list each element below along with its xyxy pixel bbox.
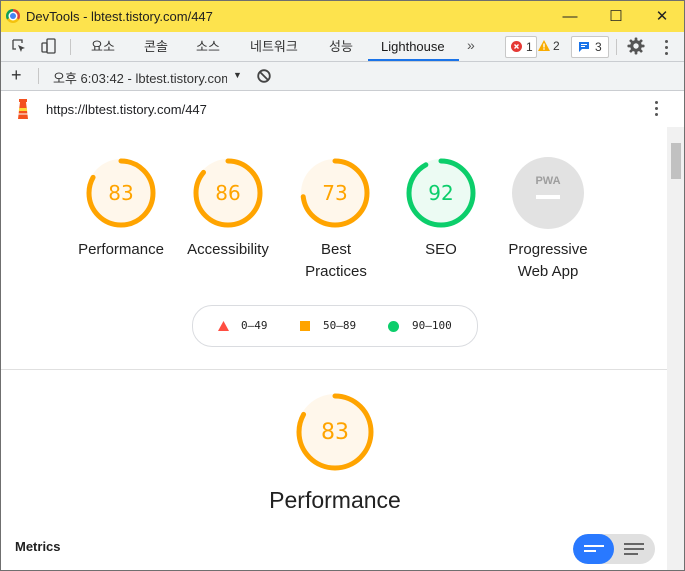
new-report-button[interactable]: + <box>11 65 22 86</box>
performance-gauge-large[interactable]: 83 <box>295 392 375 472</box>
toolbar-divider <box>70 39 71 55</box>
toolbar-divider <box>38 68 39 84</box>
error-count: 1 <box>526 40 533 54</box>
gear-icon[interactable] <box>627 37 645 55</box>
scrollbar-track[interactable] <box>667 127 684 570</box>
gauge-best-practices-label: Best Practices <box>305 241 367 280</box>
devtools-window: DevTools - lbtest.tistory.com/447 — ☐ ✕ … <box>0 0 685 571</box>
scrollbar-thumb[interactable] <box>671 143 681 179</box>
gauge-performance-label: Performance <box>78 241 164 258</box>
device-icon[interactable] <box>41 38 57 54</box>
legend-average-range: 50–89 <box>323 319 357 332</box>
average-square-icon <box>300 321 310 331</box>
messages-badge[interactable]: 3 <box>571 36 609 58</box>
warning-icon <box>538 40 550 51</box>
active-tab-indicator <box>368 59 459 61</box>
gauge-best-practices[interactable]: 73 <box>299 157 371 229</box>
gauge-accessibility-value: 86 <box>215 181 240 205</box>
inspect-icon[interactable] <box>11 38 27 54</box>
title-bar: DevTools - lbtest.tistory.com/447 — ☐ ✕ <box>1 1 684 32</box>
lighthouse-report: 83 86 73 92 PWA Performance Accessibilit… <box>1 127 667 570</box>
metrics-view-toggle[interactable] <box>573 534 655 564</box>
devtools-toolbar: 요소 콘솔 소스 네트워크 성능 Lighthouse » 1 2 3 <box>1 32 684 62</box>
window-title: DevTools - lbtest.tistory.com/447 <box>26 9 213 24</box>
kebab-icon[interactable] <box>665 40 669 58</box>
error-icon <box>511 41 522 52</box>
pass-circle-icon <box>388 321 399 332</box>
message-icon <box>579 42 589 52</box>
tab-sources[interactable]: 소스 <box>196 32 220 61</box>
chrome-icon <box>6 9 20 23</box>
report-url[interactable]: https://lbtest.tistory.com/447 <box>46 102 207 117</box>
compact-view-icon <box>584 545 604 552</box>
report-session-select[interactable]: 오후 6:03:42 - lbtest.tistory.com <box>53 68 227 87</box>
warning-count: 2 <box>553 39 560 53</box>
tab-console[interactable]: 콘솔 <box>144 32 168 61</box>
gauge-pwa-label: Progressive Web App <box>508 241 588 280</box>
block-icon[interactable] <box>257 69 271 83</box>
toolbar-divider <box>616 39 617 55</box>
legend-pass-range: 90–100 <box>412 319 452 332</box>
chevron-down-icon[interactable]: ▼ <box>233 70 242 80</box>
performance-section-title: Performance <box>269 487 401 513</box>
gauge-performance-value: 83 <box>108 181 133 205</box>
warnings-badge[interactable]: 2 <box>538 36 564 56</box>
more-tabs-button[interactable]: » <box>467 37 475 53</box>
tab-lighthouse[interactable]: Lighthouse <box>381 32 445 61</box>
lighthouse-logo-icon <box>18 99 28 119</box>
metrics-heading: Metrics <box>15 539 61 554</box>
pwa-dash-icon <box>536 195 560 199</box>
gauge-seo-label: SEO <box>425 241 457 258</box>
report-toolbar: + 오후 6:03:42 - lbtest.tistory.com ▼ <box>1 62 684 91</box>
section-divider <box>1 369 667 370</box>
tab-network[interactable]: 네트워크 <box>250 32 298 61</box>
minimize-button[interactable]: — <box>547 1 593 32</box>
compact-view-button[interactable] <box>573 534 614 564</box>
fail-triangle-icon <box>218 321 229 331</box>
maximize-button[interactable]: ☐ <box>593 1 639 32</box>
gauge-best-practices-value: 73 <box>322 181 347 205</box>
score-legend: 0–49 50–89 90–100 <box>192 305 478 347</box>
expanded-view-icon <box>624 543 644 555</box>
gauge-seo-value: 92 <box>428 181 453 205</box>
legend-fail-range: 0–49 <box>241 319 268 332</box>
expanded-view-button[interactable] <box>614 534 655 564</box>
errors-badge[interactable]: 1 <box>505 36 537 58</box>
report-url-bar: https://lbtest.tistory.com/447 <box>1 91 684 127</box>
gauge-accessibility-label: Accessibility <box>187 241 269 258</box>
pwa-icon: PWA <box>535 175 560 187</box>
kebab-icon[interactable] <box>655 101 659 119</box>
close-button[interactable]: ✕ <box>639 1 684 32</box>
tab-elements[interactable]: 요소 <box>91 32 115 61</box>
gauge-accessibility[interactable]: 86 <box>192 157 264 229</box>
tab-performance[interactable]: 성능 <box>329 32 353 61</box>
gauge-seo[interactable]: 92 <box>405 157 477 229</box>
performance-score-value: 83 <box>321 420 349 445</box>
message-count: 3 <box>595 40 602 54</box>
gauge-pwa[interactable]: PWA <box>512 157 584 229</box>
gauge-performance[interactable]: 83 <box>85 157 157 229</box>
